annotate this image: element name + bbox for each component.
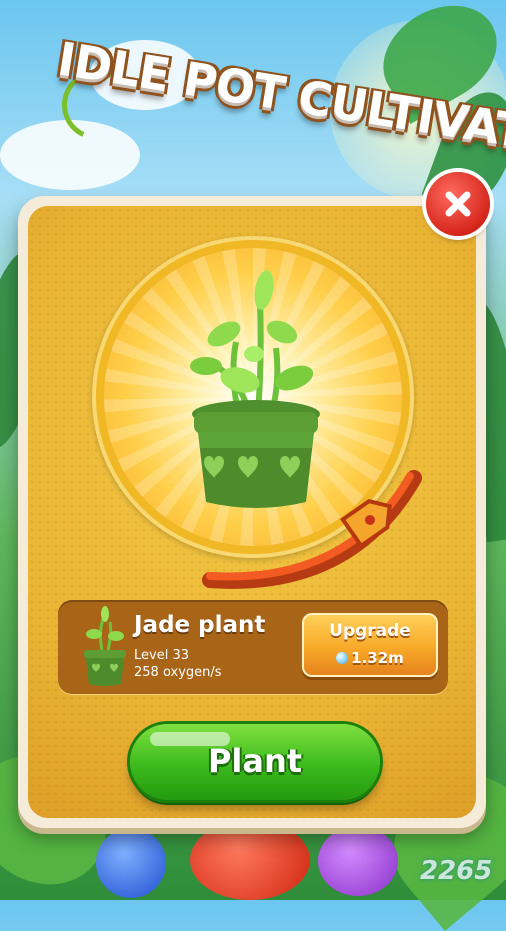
jade-plant-pot-illustration	[190, 270, 320, 508]
plant-button[interactable]: Plant	[130, 724, 380, 800]
color-bubble	[318, 826, 398, 896]
plant-thumbnail-icon	[84, 606, 126, 686]
close-button[interactable]	[426, 172, 490, 236]
plant-button-label: Plant	[207, 742, 303, 780]
upgrade-button[interactable]: Upgrade 1.32m	[302, 613, 438, 677]
plant-oxygen-rate: 258 oxygen/s	[134, 665, 222, 680]
upgrade-cost-row: 1.32m	[302, 649, 438, 667]
close-x-icon	[445, 191, 471, 217]
upgrade-label: Upgrade	[329, 621, 411, 641]
plant-name: Jade plant	[134, 612, 266, 638]
color-bubble	[96, 828, 166, 898]
upgrade-cost: 1.32m	[351, 649, 404, 667]
plant-level: Level 33	[134, 648, 189, 663]
oxygen-bubble-icon	[336, 652, 349, 664]
watermark: 2265	[420, 856, 493, 886]
color-bubble	[190, 820, 310, 900]
